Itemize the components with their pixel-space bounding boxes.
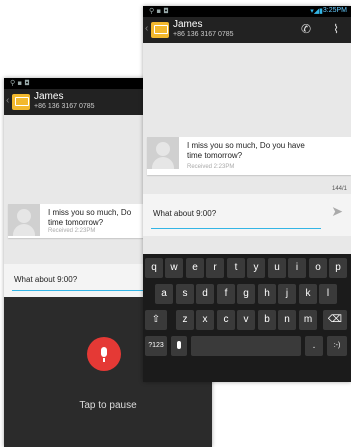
- char-counter: 144/1: [331, 186, 347, 192]
- contact-icon: [12, 94, 30, 110]
- key-e[interactable]: e: [186, 258, 204, 278]
- received-time: Received 2:23PM: [48, 228, 96, 234]
- contact-icon: [151, 22, 169, 38]
- status-icons: ⚲ ▪ ◘: [10, 79, 30, 87]
- front-phone-screen: ⚲ ▪ ◘ ▾◢▮ 3:25PM ‹ James +86 136 3167 07…: [143, 6, 351, 382]
- backspace-icon[interactable]: ⌫: [323, 310, 347, 330]
- signal-icon: ▾◢▮: [310, 7, 323, 15]
- message-text: I miss you so much, Do time tomorrow?: [48, 208, 132, 227]
- key-t[interactable]: t: [227, 258, 245, 278]
- key-p[interactable]: p: [329, 258, 347, 278]
- shift-icon[interactable]: ⇧: [145, 310, 167, 330]
- key-a[interactable]: a: [155, 284, 173, 304]
- up-icon[interactable]: ‹: [145, 23, 148, 34]
- key-q[interactable]: q: [145, 258, 163, 278]
- status-icons: ⚲ ▪ ◘: [149, 7, 169, 15]
- key-c[interactable]: c: [217, 310, 235, 330]
- mic-icon[interactable]: [171, 336, 187, 356]
- key-b[interactable]: b: [258, 310, 276, 330]
- key-g[interactable]: g: [237, 284, 255, 304]
- message-bubble[interactable]: I miss you so much, Do you have time tom…: [147, 137, 351, 175]
- key-j[interactable]: j: [278, 284, 296, 304]
- key-u[interactable]: u: [268, 258, 286, 278]
- key-y[interactable]: y: [247, 258, 265, 278]
- sender-avatar: [8, 204, 40, 236]
- key-l[interactable]: l: [319, 284, 337, 304]
- key-f[interactable]: f: [217, 284, 235, 304]
- message-input[interactable]: What about 9:00?: [14, 275, 77, 284]
- key-z[interactable]: z: [176, 310, 194, 330]
- smiley-key[interactable]: :-): [327, 336, 347, 356]
- status-time: 3:25PM: [322, 7, 347, 14]
- contact-name: James: [173, 19, 203, 30]
- key-h[interactable]: h: [258, 284, 276, 304]
- message-text: I miss you so much, Do you have time tom…: [187, 141, 305, 160]
- attach-icon[interactable]: ⌇: [333, 22, 339, 36]
- mic-icon: [101, 347, 107, 362]
- conversation-header[interactable]: ‹ James +86 136 3167 0785 ✆ ⌇: [143, 17, 351, 43]
- key-x[interactable]: x: [196, 310, 214, 330]
- phone-icon[interactable]: ✆: [301, 22, 311, 36]
- key-k[interactable]: k: [299, 284, 317, 304]
- message-input[interactable]: What about 9:00?: [153, 209, 216, 218]
- symbols-key[interactable]: ?123: [145, 336, 167, 356]
- up-icon[interactable]: ‹: [6, 95, 9, 106]
- input-underline: [151, 228, 321, 229]
- key-v[interactable]: v: [237, 310, 255, 330]
- compose-bar: What about 9:00? ➤: [143, 194, 351, 236]
- key-w[interactable]: w: [165, 258, 183, 278]
- contact-number: +86 136 3167 0785: [173, 31, 234, 38]
- mic-button[interactable]: [87, 337, 121, 371]
- send-icon[interactable]: ➤: [331, 204, 343, 220]
- sender-avatar: [147, 137, 179, 169]
- status-bar: ⚲ ▪ ◘ ▾◢▮ 3:25PM: [143, 6, 351, 17]
- contact-name: James: [34, 91, 64, 102]
- contact-number: +86 136 3167 0785: [34, 103, 95, 110]
- received-time: Received 2:23PM: [187, 164, 235, 170]
- key-d[interactable]: d: [196, 284, 214, 304]
- key-m[interactable]: m: [299, 310, 317, 330]
- key-r[interactable]: r: [206, 258, 224, 278]
- voice-hint: Tap to pause: [79, 400, 137, 411]
- key-o[interactable]: o: [309, 258, 327, 278]
- key-i[interactable]: i: [288, 258, 306, 278]
- space-key[interactable]: [191, 336, 301, 356]
- period-key[interactable]: .: [305, 336, 323, 356]
- key-n[interactable]: n: [278, 310, 296, 330]
- key-s[interactable]: s: [176, 284, 194, 304]
- keyboard: q w e r t y u i o p a s d f g h j k l ⇧ …: [143, 254, 351, 382]
